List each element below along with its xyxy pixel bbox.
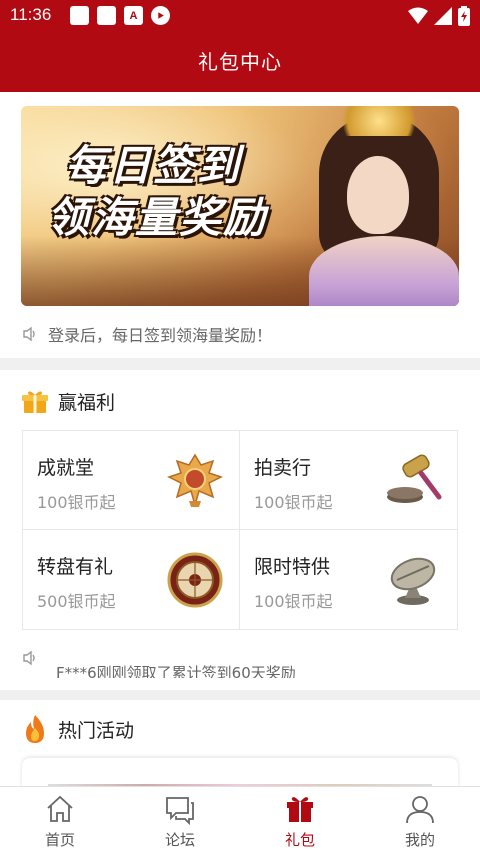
wheel-icon <box>167 552 223 608</box>
bottom-tab-bar: 首页 论坛 礼包 我的 <box>0 786 480 854</box>
signin-banner[interactable]: 每日签到 领海量奖励 <box>21 106 459 306</box>
compass-icon <box>390 557 436 605</box>
page-title: 礼包中心 <box>0 32 480 92</box>
ticker-text: F***6刚刚领取了累计签到60天奖励 <box>56 664 296 678</box>
welfare-item-limited-offer[interactable]: 限时特供 100银币起 <box>240 530 457 629</box>
welfare-item-auction[interactable]: 拍卖行 100银币起 <box>240 431 457 530</box>
status-system-icons <box>408 6 470 26</box>
square-icon <box>97 6 116 25</box>
tab-label: 我的 <box>404 831 435 849</box>
speaker-icon <box>23 650 35 666</box>
trophy-icon <box>167 453 223 508</box>
tab-gifts[interactable]: 礼包 <box>240 787 360 854</box>
home-icon <box>47 795 73 822</box>
gavel-icon <box>387 454 442 503</box>
welfare-item-price: 500银币起 <box>37 592 116 611</box>
tab-forum[interactable]: 论坛 <box>120 787 240 854</box>
welfare-item-title: 转盘有礼 <box>37 556 114 578</box>
welfare-header: 赢福利 <box>22 388 115 415</box>
chat-icon <box>166 797 194 825</box>
status-time: 11:36 <box>10 5 52 24</box>
square-icon <box>70 6 89 25</box>
wifi-icon <box>408 7 428 24</box>
welfare-grid: 成就堂 100银币起 拍卖行 100银币起 转盘有礼 500银币起 限时特供 1… <box>22 430 458 630</box>
signal-icon <box>434 7 452 25</box>
speaker-icon <box>23 326 35 342</box>
reward-ticker: F***6刚刚领取了累计签到60天奖励 <box>22 648 458 678</box>
activity-card[interactable] <box>22 758 458 788</box>
welfare-item-title: 拍卖行 <box>254 457 312 479</box>
welfare-item-achievement[interactable]: 成就堂 100银币起 <box>23 431 240 530</box>
tab-label: 首页 <box>44 831 75 849</box>
welfare-item-price: 100银币起 <box>37 493 116 512</box>
welfare-item-title: 成就堂 <box>37 457 95 479</box>
notice-text: 登录后，每日签到领海量奖励！ <box>48 326 273 345</box>
welfare-item-wheel[interactable]: 转盘有礼 500银币起 <box>23 530 240 629</box>
shield-icon <box>151 6 170 25</box>
gift-box-icon <box>22 390 48 413</box>
status-notification-icons: A <box>70 6 170 25</box>
hot-activities-title: 热门活动 <box>58 719 135 742</box>
a-icon: A <box>124 6 143 25</box>
status-bar: 11:36 A <box>0 0 480 32</box>
user-icon <box>406 796 434 824</box>
hot-activities-header: 热门活动 <box>22 714 134 744</box>
welfare-item-price: 100银币起 <box>254 592 333 611</box>
welfare-item-price: 100银币起 <box>254 493 333 512</box>
welfare-item-title: 限时特供 <box>254 556 331 578</box>
signin-notice: 登录后，每日签到领海量奖励！ <box>22 322 272 346</box>
banner-character-image <box>299 106 459 306</box>
banner-line-1: 每日签到 <box>65 141 242 190</box>
welfare-title: 赢福利 <box>58 392 116 414</box>
tab-label: 礼包 <box>284 831 315 849</box>
tab-profile[interactable]: 我的 <box>360 787 480 854</box>
battery-icon <box>458 6 470 26</box>
flame-icon <box>26 715 44 743</box>
banner-headline: 每日签到 领海量奖励 <box>47 140 317 244</box>
tab-home[interactable]: 首页 <box>0 787 120 854</box>
gift-icon <box>287 797 313 822</box>
banner-line-2: 领海量奖励 <box>47 193 268 242</box>
tab-label: 论坛 <box>164 831 195 849</box>
